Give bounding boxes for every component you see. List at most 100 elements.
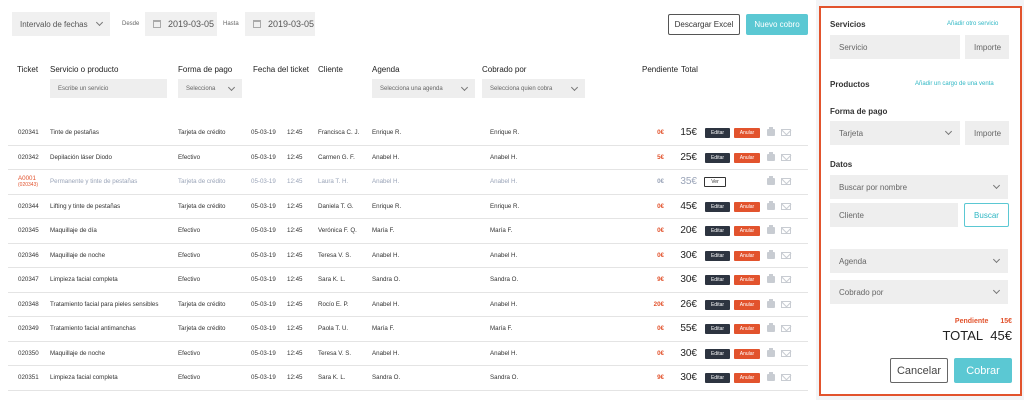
ticket-number: 020347 xyxy=(18,276,39,283)
cancel-button[interactable]: Cancelar xyxy=(890,358,948,383)
search-client-button[interactable]: Buscar xyxy=(964,203,1009,227)
mail-icon[interactable] xyxy=(781,300,791,308)
printer-icon[interactable] xyxy=(767,274,775,283)
ticket-date: 05-03-19 xyxy=(251,178,276,185)
payment-method: Efectivo xyxy=(178,374,201,381)
printer-icon[interactable] xyxy=(767,298,775,308)
agenda-filter-dropdown[interactable]: Selecciona una agenda xyxy=(372,79,475,98)
client-name: Paola T. U. xyxy=(318,325,349,332)
cancel-ticket-button[interactable]: Anular xyxy=(734,275,760,285)
printer-icon[interactable] xyxy=(767,200,775,210)
payment-amount-input[interactable]: Importe xyxy=(965,121,1009,145)
agenda-filter-value: Selecciona una agenda xyxy=(380,85,443,92)
cancel-ticket-button[interactable]: Anular xyxy=(734,152,760,163)
total-amount: 45€ xyxy=(680,200,697,212)
from-date-input[interactable]: 2019-03-05 xyxy=(145,12,217,36)
client-name: Laura T. H. xyxy=(318,178,349,185)
edit-button[interactable]: Editar xyxy=(705,201,730,212)
client-input[interactable]: Cliente xyxy=(830,203,958,227)
ticket-number: 020341 xyxy=(18,129,39,136)
cancel-ticket-button[interactable]: Anular xyxy=(734,226,760,236)
printer-icon[interactable] xyxy=(767,225,775,234)
collected-by-dropdown[interactable]: Cobrado por xyxy=(830,280,1008,304)
edit-button[interactable]: Editar xyxy=(705,373,730,383)
ticket-time: 12:45 xyxy=(287,202,303,210)
col-agenda: Agenda xyxy=(372,65,400,74)
table-row[interactable]: 020346 Maquillaje de noche Efectivo 05-03-1… xyxy=(8,244,808,268)
payment-method: Efectivo xyxy=(178,227,201,234)
cancel-ticket-button[interactable]: Anular xyxy=(734,250,760,261)
service-filter-input[interactable]: Escribe un servicio xyxy=(50,79,167,98)
ticket-time: 12:45 xyxy=(287,129,303,136)
edit-button[interactable]: Editar xyxy=(705,348,730,359)
mail-icon[interactable] xyxy=(781,178,791,185)
view-button[interactable]: Ver xyxy=(704,177,726,187)
charge-button[interactable]: Cobrar xyxy=(954,358,1012,383)
mail-icon[interactable] xyxy=(781,276,791,283)
service-input-placeholder: Servicio xyxy=(839,42,868,52)
table-row[interactable]: 020341 Tinte de pestañas Tarjeta de crédit… xyxy=(8,121,808,146)
printer-icon[interactable] xyxy=(767,127,775,136)
table-row[interactable]: 020347 Limpieza facial completa Efectivo 05… xyxy=(8,268,808,293)
cancel-ticket-button[interactable]: Anular xyxy=(734,348,760,359)
printer-icon[interactable] xyxy=(767,249,775,259)
to-label: Hasta xyxy=(223,21,239,27)
cancel-ticket-button[interactable]: Anular xyxy=(734,128,760,138)
table-row[interactable]: 020350 Maquillaje de noche Efectivo 05-03-1… xyxy=(8,342,808,366)
client-name: Verónica F. Q. xyxy=(318,227,357,234)
edit-button[interactable]: Editar xyxy=(705,250,730,261)
payment-filter-value: Selecciona xyxy=(186,85,216,92)
ticket-date: 05-03-19 xyxy=(251,153,276,161)
service-amount-input[interactable]: Importe xyxy=(965,35,1009,59)
date-range-dropdown[interactable]: Intervalo de fechas xyxy=(12,12,110,36)
table-row[interactable]: 020349 Tratamiento facial antimanchas Tarj… xyxy=(8,317,808,342)
cancel-ticket-button[interactable]: Anular xyxy=(734,201,760,212)
cancel-ticket-button[interactable]: Anular xyxy=(734,324,760,334)
chevron-down-icon xyxy=(227,83,236,91)
edit-button[interactable]: Editar xyxy=(705,226,730,236)
new-charge-button[interactable]: Nuevo cobro xyxy=(746,14,808,35)
to-date-input[interactable]: 2019-03-05 xyxy=(245,12,315,36)
cancel-ticket-button[interactable]: Anular xyxy=(734,299,760,310)
printer-icon[interactable] xyxy=(767,372,775,381)
collector-filter-dropdown[interactable]: Selecciona quien cobra xyxy=(482,79,585,98)
printer-icon[interactable] xyxy=(767,323,775,332)
ticket-time: 12:45 xyxy=(287,300,303,308)
mail-icon[interactable] xyxy=(781,325,791,332)
add-service-link[interactable]: Añadir otro servicio xyxy=(947,21,998,27)
mail-icon[interactable] xyxy=(781,202,791,210)
table-row[interactable]: 020348 Tratamiento facial para pieles sen… xyxy=(8,293,808,317)
edit-button[interactable]: Editar xyxy=(705,275,730,285)
payment-filter-dropdown[interactable]: Selecciona xyxy=(178,79,242,98)
pending-amount: 0€ xyxy=(657,227,664,234)
edit-button[interactable]: Editar xyxy=(705,128,730,138)
service-input[interactable]: Servicio xyxy=(830,35,960,59)
ticket-date: 05-03-19 xyxy=(251,300,276,308)
mail-icon[interactable] xyxy=(781,129,791,136)
mail-icon[interactable] xyxy=(781,227,791,234)
printer-icon[interactable] xyxy=(767,176,775,185)
agenda-dropdown[interactable]: Agenda xyxy=(830,249,1008,273)
edit-button[interactable]: Editar xyxy=(705,152,730,163)
download-excel-button[interactable]: Descargar Excel xyxy=(668,14,740,35)
mail-icon[interactable] xyxy=(781,349,791,357)
edit-button[interactable]: Editar xyxy=(705,299,730,310)
table-row[interactable]: 020342 Depilación láser Diodo Efectivo 05-0… xyxy=(8,146,808,170)
mail-icon[interactable] xyxy=(781,251,791,259)
agenda-name: Anabel H. xyxy=(372,300,400,308)
to-date-value: 2019-03-05 xyxy=(268,19,315,29)
printer-icon[interactable] xyxy=(767,347,775,357)
add-product-link[interactable]: Añadir un cargo de una venta xyxy=(915,81,994,87)
printer-icon[interactable] xyxy=(767,151,775,161)
collector-name: Anabel H. xyxy=(490,153,518,161)
table-row[interactable]: 020345 Maquillaje de día Efectivo 05-03-19 1… xyxy=(8,219,808,244)
cancel-ticket-button[interactable]: Anular xyxy=(734,373,760,383)
table-row[interactable]: 020351 Limpieza facial completa Efectivo 05… xyxy=(8,366,808,391)
mail-icon[interactable] xyxy=(781,374,791,381)
table-row[interactable]: 020344 Lifting y tinte de pestañas Tarjeta… xyxy=(8,195,808,219)
mail-icon[interactable] xyxy=(781,153,791,161)
payment-method-dropdown[interactable]: Tarjeta xyxy=(830,121,960,145)
table-row[interactable]: A0001 (020343) Permanente y tinte de pesta… xyxy=(8,170,808,195)
edit-button[interactable]: Editar xyxy=(705,324,730,334)
search-name-dropdown[interactable]: Buscar por nombre xyxy=(830,175,1008,199)
